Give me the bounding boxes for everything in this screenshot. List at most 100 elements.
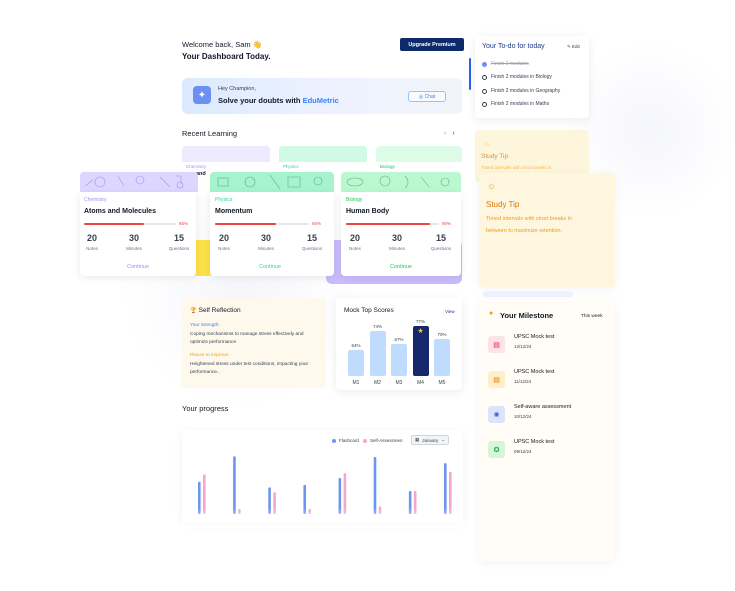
mock-bar-label: M2 xyxy=(374,380,381,386)
welcome-text: Welcome back, Sam 👋 xyxy=(182,40,263,49)
milestone-title: Your Milestone xyxy=(500,311,554,320)
milestone-date: 11/12/24 xyxy=(514,379,532,384)
banner-headline-text: Solve your doubts with xyxy=(218,96,303,105)
mock-bar-m5[interactable] xyxy=(434,338,450,376)
mock-scores-title: Mock Top Scores xyxy=(344,307,394,314)
course-card-biology[interactable]: Biology Human Body 90% 20 Notes 30 Minut… xyxy=(341,192,461,276)
todo-item[interactable]: Finish 2 modules in Geography xyxy=(482,88,560,94)
checkbox-icon[interactable] xyxy=(482,88,487,94)
continue-button[interactable]: Continue xyxy=(381,264,421,270)
todo-item-label: Finish 2 modules in Geography xyxy=(491,88,561,94)
continue-button[interactable]: Continue xyxy=(250,264,290,270)
todo-item[interactable]: Finish 2 modules in Biology xyxy=(482,74,552,80)
card-progress-percent: 65% xyxy=(312,221,322,226)
upgrade-premium-button[interactable]: Upgrade Premium xyxy=(400,38,464,51)
sparkle-icon: ✦ xyxy=(193,86,211,104)
study-tip-text-line1: Timed intervals with short breaks in xyxy=(486,216,572,222)
todo-scrollbar[interactable] xyxy=(469,58,471,90)
back-label-physics: Physics xyxy=(283,164,299,169)
next-arrow-icon[interactable]: › xyxy=(452,130,460,137)
trophy-icon: 🏆 xyxy=(190,308,197,314)
strength-label: Your strength: xyxy=(190,323,220,328)
chat-button[interactable]: ◎ Chat xyxy=(408,91,446,102)
self-reflection-title: 🏆 Self Reflection xyxy=(190,307,241,314)
banner-headline: Solve your doubts with EduMetric xyxy=(218,96,339,105)
minutes-count: 30 xyxy=(128,233,139,243)
card-subject: Physics xyxy=(215,197,233,203)
mock-bar-value: 74% xyxy=(372,324,382,330)
collapsed-card-peek xyxy=(483,291,573,297)
checkbox-icon[interactable] xyxy=(482,101,487,107)
mock-bar-m3[interactable] xyxy=(391,344,407,376)
minutes-count: 30 xyxy=(391,233,402,243)
questions-label: Questions xyxy=(301,246,323,251)
milestone-name[interactable]: Self-aware assessment xyxy=(514,404,571,410)
course-card-chemistry[interactable]: Chemistry Atoms and Molecules 65% 20 Not… xyxy=(80,192,196,276)
mock-bar-value: 77% xyxy=(415,318,425,324)
back-label-chemistry: Chemistry xyxy=(186,164,207,169)
milestone-user-icon: ● xyxy=(489,310,494,317)
card-subject: Biology xyxy=(346,197,363,203)
milestone-period[interactable]: This week xyxy=(581,314,603,319)
todo-edit-button[interactable]: ✎ Edit xyxy=(567,44,580,50)
notes-label: Notes xyxy=(218,246,230,251)
milestone-name[interactable]: UPSC Mock test xyxy=(514,334,554,340)
minutes-label: Minutes xyxy=(389,246,405,251)
minutes-label: Minutes xyxy=(258,246,274,251)
mock-view-button[interactable]: View xyxy=(445,309,455,314)
continue-button[interactable]: Continue xyxy=(118,264,158,270)
mock-bar-label: M4 xyxy=(417,380,424,386)
notes-count: 20 xyxy=(349,233,360,243)
star-icon: ★ xyxy=(417,327,424,335)
milestone-date: 09/12/24 xyxy=(514,449,532,454)
card-title: Atoms and Molecules xyxy=(84,208,156,215)
course-card-physics[interactable]: Physics Momentum 65% 20 Notes 30 Minutes… xyxy=(210,192,334,276)
card-pattern-back-chemistry xyxy=(182,146,270,162)
card-progress-fill xyxy=(346,223,430,225)
todo-item[interactable]: Finish 2 modules in Maths xyxy=(482,101,549,107)
card-pattern-biology xyxy=(341,172,461,192)
sun-icon: ☼ xyxy=(483,139,491,148)
mock-bar-value: 64% xyxy=(351,342,361,348)
section-title-recent-learning: Recent Learning xyxy=(182,129,238,138)
mock-bar-m1[interactable] xyxy=(348,349,364,376)
mock-bar-value: 70% xyxy=(437,331,447,337)
questions-count: 15 xyxy=(306,233,317,243)
mock-bar-m2[interactable] xyxy=(369,331,386,376)
todo-item[interactable]: Finish 2 modules xyxy=(482,61,529,67)
card-title: Momentum xyxy=(215,208,253,215)
card-pattern-back-physics xyxy=(279,146,367,162)
checkbox-icon[interactable] xyxy=(482,74,487,80)
notes-count: 20 xyxy=(218,233,229,243)
study-tip-text-line2: between to maximize retention. xyxy=(486,228,563,234)
progress-bar-flashcard[interactable] xyxy=(233,456,236,514)
milestone-date: 12/12/24 xyxy=(514,344,532,349)
mock-bar-label: M3 xyxy=(395,380,403,386)
mock-bar-value: 67% xyxy=(394,337,404,343)
study-tip-back-title: Study Tip xyxy=(481,153,509,160)
milestone-name[interactable]: UPSC Mock test xyxy=(514,369,554,375)
banner-greeting: Hey Champion, xyxy=(218,86,256,92)
self-reflection-title-text: Self Reflection xyxy=(198,307,241,314)
notes-count: 20 xyxy=(86,233,97,243)
questions-count: 15 xyxy=(173,233,184,243)
card-pattern-back-biology xyxy=(376,146,462,162)
mock-bar-label: M1 xyxy=(352,380,360,386)
progress-bar-flashcard[interactable] xyxy=(444,463,447,514)
carousel-arrows: ‹› xyxy=(444,130,461,137)
checkbox-checked-icon[interactable] xyxy=(482,61,487,67)
page-title: Your Dashboard Today. xyxy=(182,52,271,61)
mock-bar-m4[interactable]: ★ xyxy=(412,325,429,376)
questions-count: 15 xyxy=(435,233,446,243)
study-tip-title: Study Tip xyxy=(486,200,520,209)
card-progress-track xyxy=(346,223,439,225)
milestone-name[interactable]: UPSC Mock test xyxy=(514,439,554,445)
card-subject: Chemistry xyxy=(84,197,107,203)
card-progress-track xyxy=(215,223,309,225)
sun-icon: ☼ xyxy=(487,181,497,192)
card-progress-fill xyxy=(84,223,144,225)
card-pattern-physics xyxy=(210,172,334,192)
card-progress-track xyxy=(84,223,176,225)
progress-bar-flashcard[interactable] xyxy=(373,456,377,514)
card-progress-percent: 90% xyxy=(442,221,452,226)
